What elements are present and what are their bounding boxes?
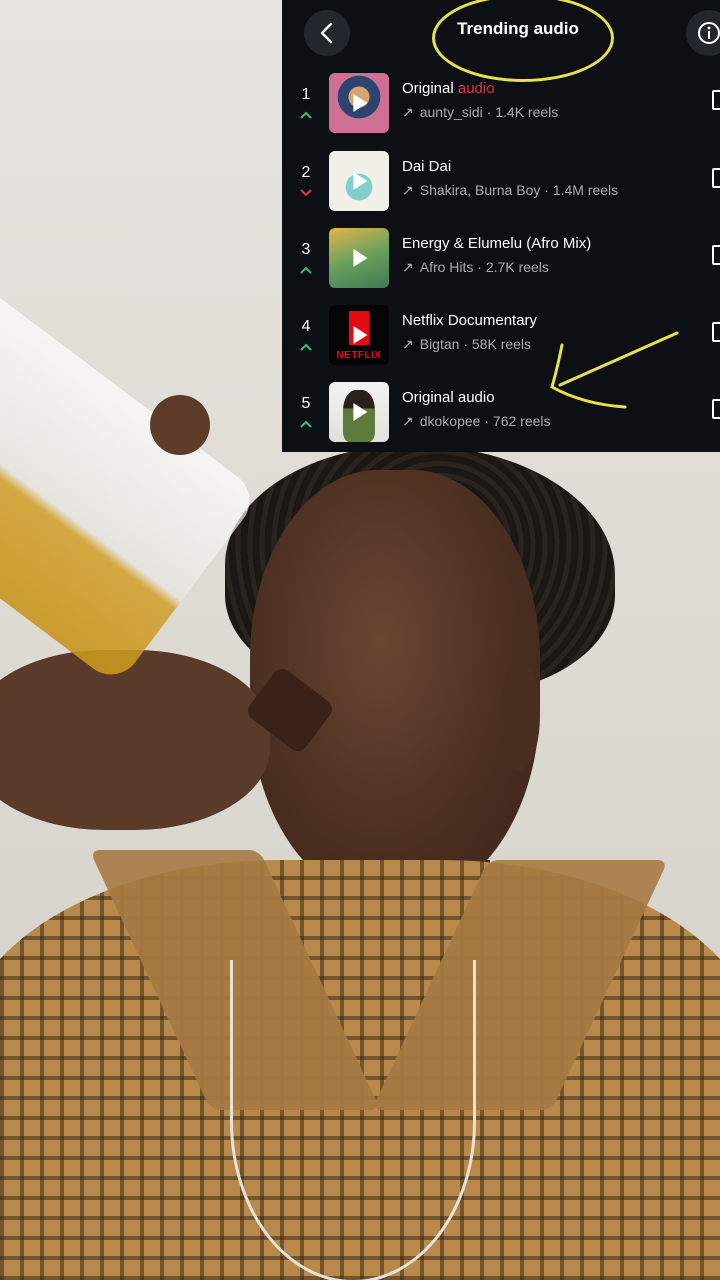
audio-title-text: Original [402,80,458,97]
separator: · [540,182,553,198]
person-ear [500,660,540,770]
play-icon [353,326,368,344]
audio-thumbnail[interactable] [329,382,389,442]
reel-count: 1.4K reels [495,104,559,120]
trend-down-icon [300,189,312,197]
audio-title-text: Dai Dai [402,158,452,175]
audio-meta: ↗ aunty_sidi · 1.4K reels [402,104,558,121]
audio-artist: Bigtan [419,336,460,352]
info-icon [698,22,720,44]
play-icon [353,94,368,112]
play-icon [353,403,368,421]
audio-meta: ↗ Bigtan · 58K reels [402,336,531,353]
rank-number: 3 [301,241,311,258]
audio-title-text: Netflix Documentary [402,312,538,329]
trend-up-icon [300,420,312,428]
rank-number: 2 [301,164,311,181]
rank-number: 1 [301,86,311,103]
separator: · [480,413,493,429]
reel-count: 1.4M reels [552,182,619,198]
back-button[interactable] [304,10,350,56]
audio-thumbnail[interactable]: NETFLIX [329,305,389,365]
audio-thumbnail[interactable] [329,228,389,288]
audio-artist: aunty_sidi [419,104,483,120]
bookmark-icon[interactable] [712,399,720,419]
trending-arrow-icon: ↗ [402,104,414,120]
play-icon [353,172,368,190]
audio-title-text: Energy & Elumelu (Afro Mix) [402,235,592,252]
play-icon [353,249,368,267]
person-hand [0,650,270,830]
rank-number: 4 [301,318,311,335]
rank-number: 5 [301,395,311,412]
trending-arrow-icon: ↗ [402,336,414,352]
reel-count: 2.7K reels [485,259,549,275]
audio-meta: ↗ dkokopee · 762 reels [402,413,551,430]
trending-arrow-icon: ↗ [402,259,414,275]
bookmark-icon[interactable] [712,322,720,342]
audio-artist: Shakira, Burna Boy [419,182,541,198]
trending-arrow-icon: ↗ [402,413,414,429]
audio-title-text: Original audio [402,389,495,406]
audio-row[interactable]: 1 Original audio ↗ aunty_sidi · 1.4K reel… [282,70,720,140]
trending-audio-panel: Trending audio 1 Original audio ↗ aunty_s… [282,0,720,452]
bookmark-icon[interactable] [712,168,720,188]
person-fingers [150,395,210,455]
netflix-wordmark: NETFLIX [336,350,382,361]
trend-up-icon [300,266,312,274]
audio-title: Dai Dai [402,158,451,175]
audio-meta: ↗ Shakira, Burna Boy · 1.4M reels [402,182,618,199]
trending-arrow-icon: ↗ [402,182,414,198]
audio-title-highlight: audio [457,80,495,97]
chevron-left-icon [320,22,333,44]
audio-title: Energy & Elumelu (Afro Mix) [402,235,591,252]
audio-meta: ↗ Afro Hits · 2.7K reels [402,259,549,276]
audio-thumbnail[interactable] [329,73,389,133]
bookmark-icon[interactable] [712,245,720,265]
audio-artist: dkokopee [419,413,481,429]
reel-count: 58K reels [471,336,532,352]
audio-title: Netflix Documentary [402,312,537,329]
separator: · [459,336,472,352]
info-button[interactable] [686,10,720,56]
audio-row[interactable]: 2 Dai Dai ↗ Shakira, Burna Boy · 1.4M ree… [282,148,720,218]
audio-row[interactable]: 3 Energy & Elumelu (Afro Mix) ↗ Afro Hits… [282,225,720,295]
bookmark-icon[interactable] [712,90,720,110]
audio-title: Original audio [402,389,495,406]
audio-title: Original audio [402,80,495,97]
trend-up-icon [300,343,312,351]
trend-up-icon [300,111,312,119]
separator: · [482,104,496,120]
audio-thumbnail[interactable] [329,151,389,211]
necklace-cord [230,960,476,1280]
annotation-arrow [550,331,679,409]
separator: · [473,259,486,275]
audio-artist: Afro Hits [419,259,474,275]
